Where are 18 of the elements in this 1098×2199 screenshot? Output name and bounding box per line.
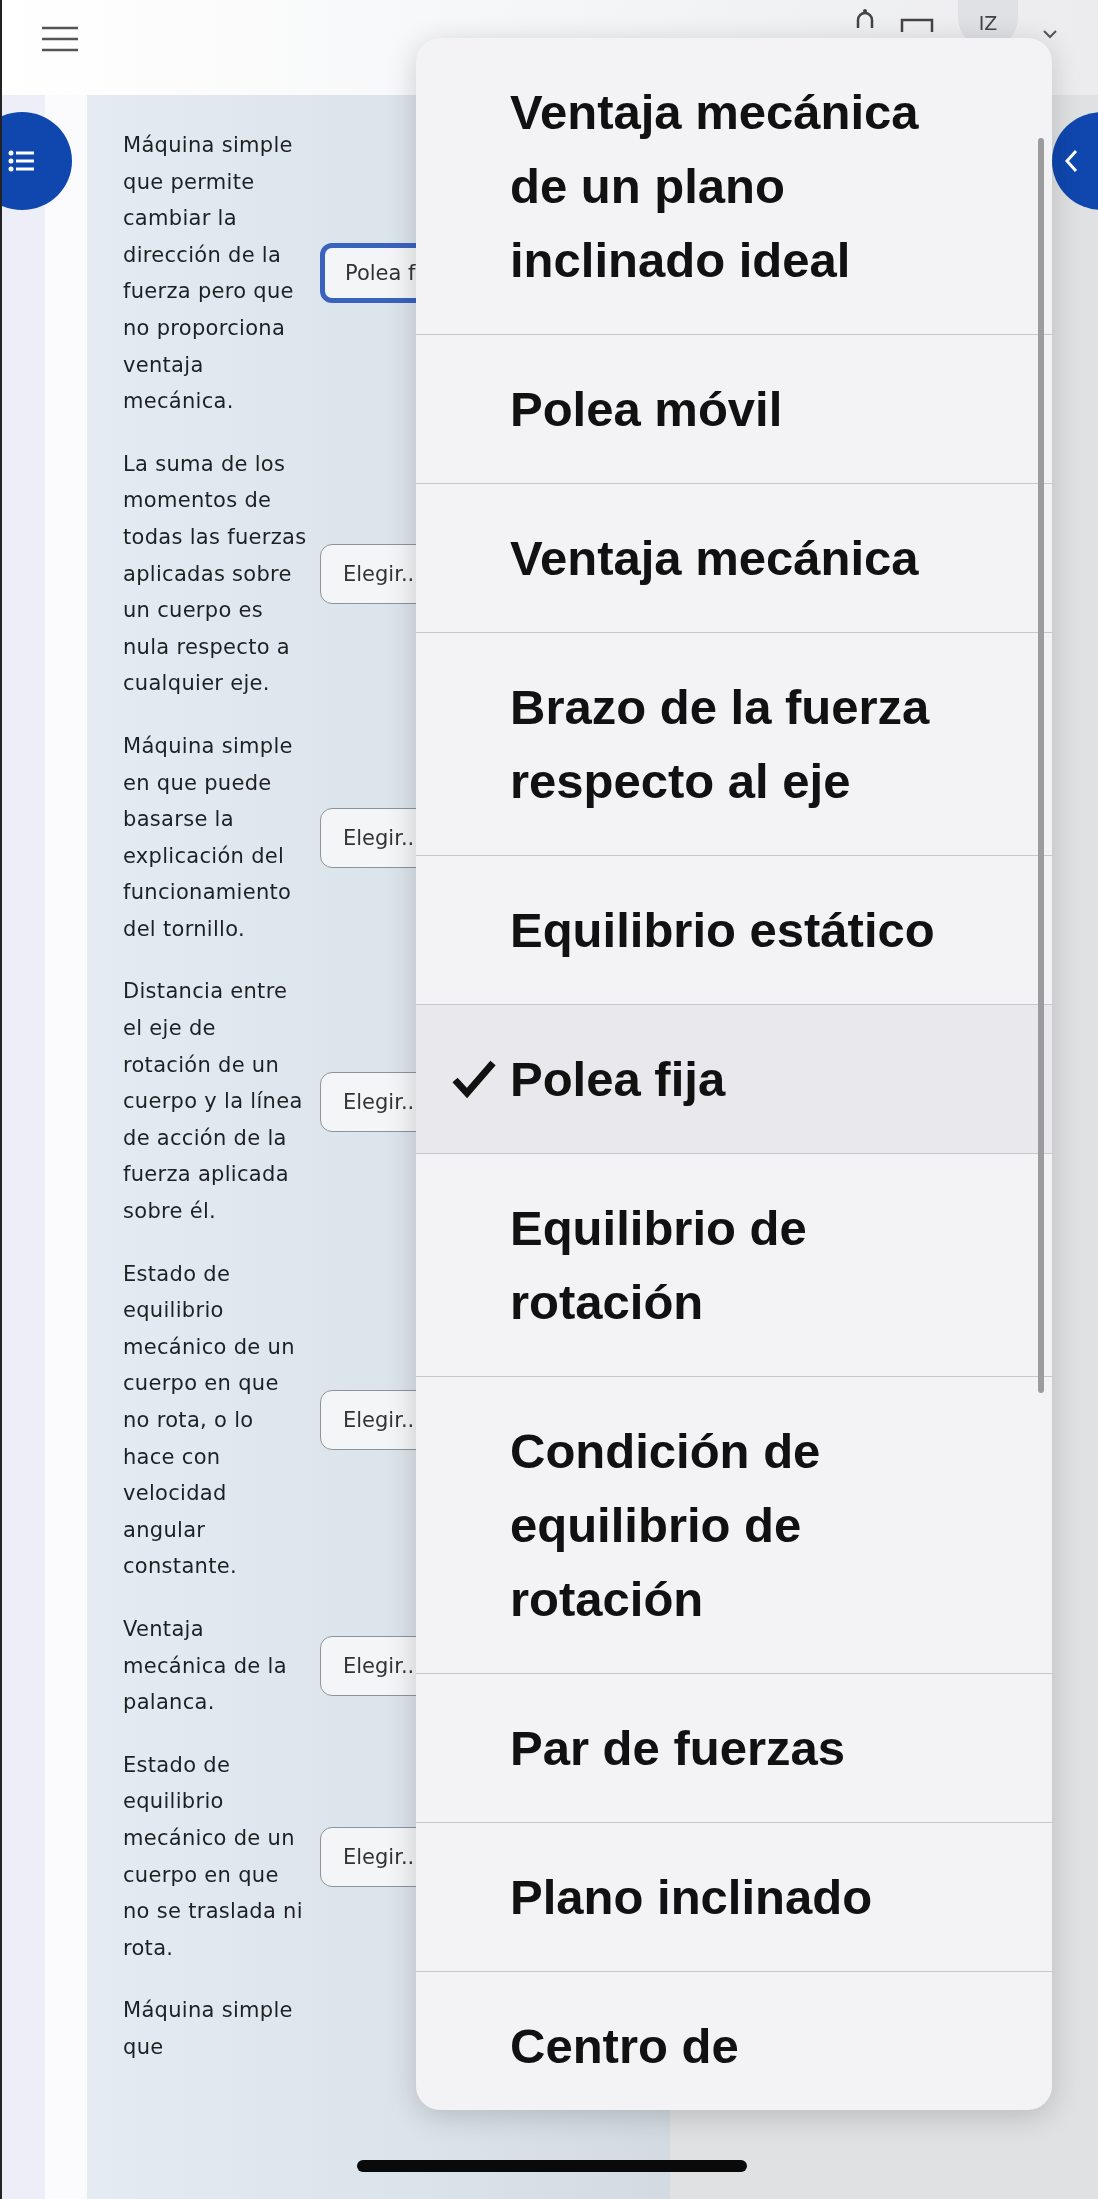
chevron-down-icon[interactable]	[1042, 28, 1058, 40]
option-item[interactable]: Centro de	[416, 1972, 1052, 2110]
question-text: Estado de equilibrio mecánico de un cuerpo en que no se traslada ni rota.	[123, 1751, 304, 1962]
question-text: Estado de equilibrio mecánico de un cuerpo en que no rota, o lo hace con velocidad angular constante.	[123, 1260, 296, 1581]
list-icon	[8, 150, 34, 172]
question-text: Distancia entre el eje de rotación de un cuerpo y la línea de acción de la fuerza aplicada sobre él.	[123, 978, 304, 1226]
question-text: Máquina simple que	[123, 1997, 294, 2061]
question-text: Ventaja mecánica de la palanca.	[123, 1615, 288, 1717]
scrollbar[interactable]	[1038, 138, 1044, 1393]
option-item[interactable]: Par de fuerzas	[416, 1674, 1052, 1823]
checkmark-icon	[452, 1059, 496, 1099]
option-item[interactable]: Plano inclinado	[416, 1823, 1052, 1972]
chevron-left-icon	[1064, 149, 1078, 173]
question-text: La suma de los momentos de todas las fuerzas aplicadas sobre un cuerpo es nula respecto a cualquier eje.	[123, 450, 308, 698]
question-text: Máquina simple en que puede basarse la explicación del funcionamiento del tornillo.	[123, 732, 294, 943]
menu-icon[interactable]	[40, 26, 80, 52]
option-item[interactable]: Polea fija	[416, 1005, 1052, 1154]
question-text: Máquina simple que permite cambiar la dirección de la fuerza pero que no proporciona ventaja mecánica.	[123, 132, 295, 416]
